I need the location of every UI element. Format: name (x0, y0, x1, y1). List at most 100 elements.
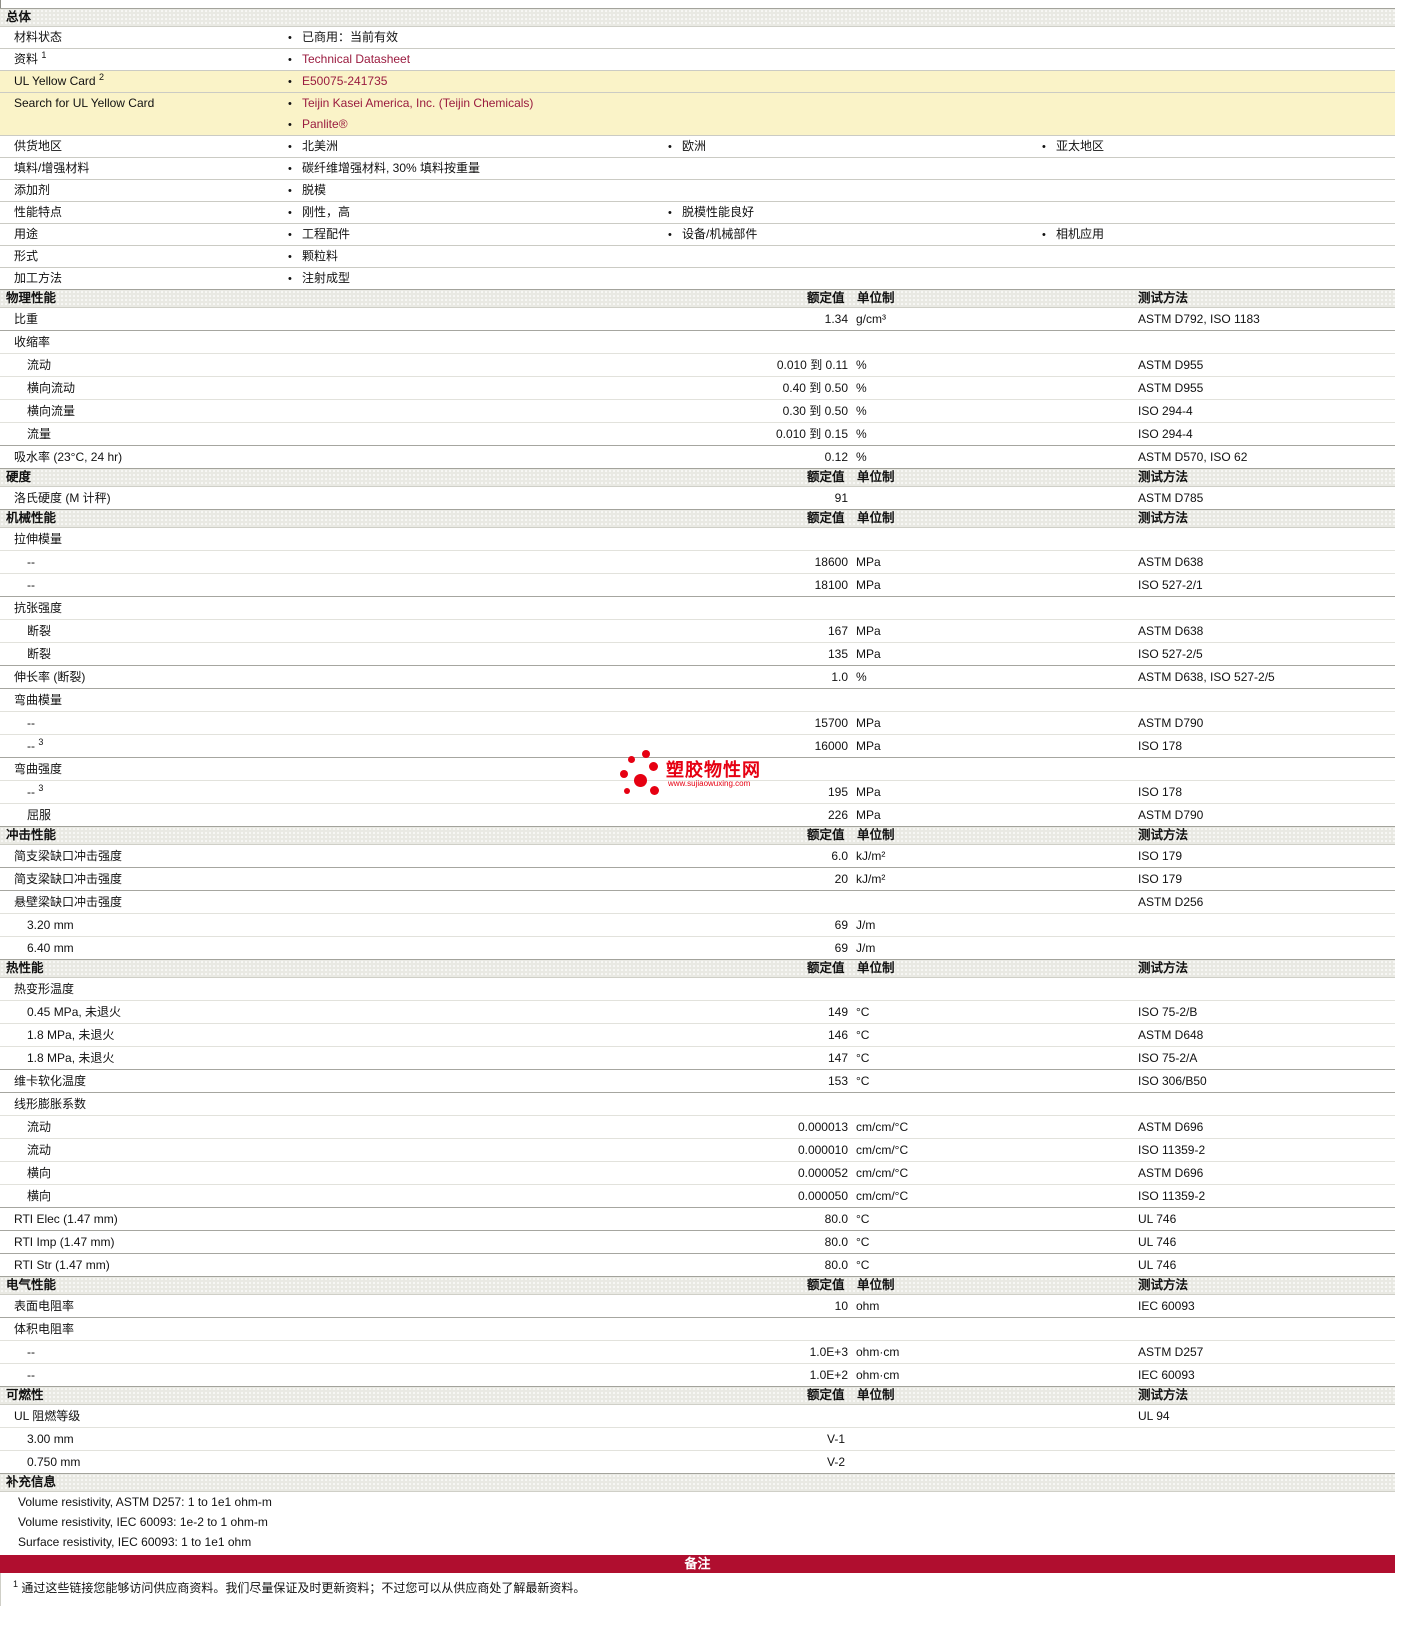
column-header-method: 测试方法 (1138, 470, 1189, 484)
row-value: 1.0E+2 (809, 1368, 848, 1382)
link-item[interactable]: • Panlite® (288, 114, 348, 136)
property-row: 弯曲强度 (0, 757, 1395, 780)
general-row-line: 资料 1 • Technical Datasheet (0, 49, 1395, 70)
row-unit: % (856, 358, 867, 372)
bullet-item: • 脱模 (288, 180, 326, 202)
property-row: 横向 0.000052 cm/cm/°C ASTM D696 (0, 1161, 1395, 1184)
row-test-method: ASTM D570, ISO 62 (1138, 450, 1248, 464)
row-test-method: ASTM D790 (1138, 716, 1204, 730)
link-text[interactable]: E50075-241735 (302, 74, 387, 88)
row-label: 弯曲模量 (14, 693, 63, 707)
row-label: 比重 (14, 312, 39, 326)
column-header-unit: 单位制 (857, 470, 895, 484)
general-row-line: 性能特点 • 刚性，高 • 脱模性能良好 (0, 202, 1395, 223)
general-row-line: 供货地区 • 北美洲 • 欧洲 • 亚太地区 (0, 136, 1395, 157)
section-header: 硬度 额定值 单位制 测试方法 (0, 468, 1395, 487)
property-section: 可燃性 额定值 单位制 测试方法 UL 阻燃等级 UL 94 3.00 mm V-1 0.750… (0, 1386, 1395, 1473)
general-row: 材料状态 • 已商用：当前有效 (0, 27, 1395, 48)
general-row: 用途 • 工程配件 • 设备/机械部件 • 相机应用 (0, 223, 1395, 245)
property-row: 3.00 mm V-1 (0, 1427, 1395, 1450)
bullet-icon: • (668, 229, 672, 241)
property-section: 物理性能 额定值 单位制 测试方法 比重 1.34 g/cm³ ASTM D792, ISO … (0, 289, 1395, 468)
row-test-method: ISO 178 (1138, 785, 1183, 799)
section-header-general: 总体 (0, 8, 1395, 27)
row-unit: MPa (856, 578, 881, 592)
column-header-unit: 单位制 (857, 1278, 895, 1292)
row-label: 横向 (27, 1166, 52, 1180)
property-row: 0.750 mm V-2 (0, 1450, 1395, 1473)
row-unit: °C (856, 1051, 870, 1065)
property-row: 拉伸模量 (0, 528, 1395, 550)
general-row: Search for UL Yellow Card • Teijin Kasei A… (0, 92, 1395, 135)
top-strip (0, 0, 2, 8)
section-header: 物理性能 额定值 单位制 测试方法 (0, 289, 1395, 308)
row-value: 153 (827, 1074, 848, 1088)
row-unit: MPa (856, 716, 881, 730)
property-row: -- 18600 MPa ASTM D638 (0, 550, 1395, 573)
notes-banner: 备注 (0, 1555, 1395, 1573)
property-row: 1.8 MPa, 未退火 147 °C ISO 75-2/A (0, 1046, 1395, 1069)
section-header: 可燃性 额定值 单位制 测试方法 (0, 1386, 1395, 1405)
general-row: 添加剂 • 脱模 (0, 179, 1395, 201)
property-row: 表面电阻率 10 ohm IEC 60093 (0, 1295, 1395, 1317)
general-row-label: 形式 (14, 249, 39, 263)
row-unit: % (856, 381, 867, 395)
row-label: 屈服 (27, 808, 52, 822)
general-rows: 材料状态 • 已商用：当前有效 资料 1 • Technical Datasheet UL … (0, 27, 1395, 289)
column-header-method: 测试方法 (1138, 961, 1189, 975)
bullet-icon: • (288, 251, 292, 263)
property-row: 流量 0.010 到 0.15% ISO 294-4 (0, 422, 1395, 445)
bullet-icon: • (668, 141, 672, 153)
row-label: 横向 (27, 1189, 52, 1203)
row-test-method: ASTM D696 (1138, 1166, 1204, 1180)
row-label: -- 3 (27, 783, 44, 800)
link-item[interactable]: • Technical Datasheet (288, 49, 410, 71)
bullet-item: • 工程配件 (288, 224, 350, 246)
column-header-method: 测试方法 (1138, 828, 1189, 842)
column-header-method: 测试方法 (1138, 1388, 1189, 1402)
bullet-item: • 碳纤维增强材料, 30% 填料按重量 (288, 158, 480, 180)
label-superscript: 2 (98, 72, 104, 82)
row-unit: J/m (856, 918, 876, 932)
item-text: 颗粒料 (302, 249, 339, 263)
row-test-method: ASTM D638 (1138, 624, 1204, 638)
link-item[interactable]: • Teijin Kasei America, Inc. (Teijin Chem… (288, 93, 533, 115)
row-label: 流动 (27, 358, 52, 372)
column-header-unit: 单位制 (857, 961, 895, 975)
link-text[interactable]: Technical Datasheet (302, 52, 410, 66)
row-value: 69 (834, 918, 848, 932)
item-text: 亚太地区 (1056, 139, 1105, 153)
property-row: -- 3 16000 MPa ISO 178 (0, 734, 1395, 757)
footnote-superscript: 1 (13, 1579, 19, 1589)
bullet-item: • 刚性，高 (288, 202, 350, 224)
general-row-line: UL Yellow Card 2 • E50075-241735 (0, 71, 1395, 92)
link-text[interactable]: Teijin Kasei America, Inc. (Teijin Chemi… (302, 96, 533, 110)
row-test-method: ASTM D638 (1138, 555, 1204, 569)
property-section: 硬度 额定值 单位制 测试方法 洛氏硬度 (M 计秤) 91 ASTM D785 (0, 468, 1395, 509)
section-title: 总体 (6, 10, 32, 24)
bullet-icon: • (288, 98, 292, 110)
row-value: 167 (827, 624, 848, 638)
row-value: 6.0 (831, 849, 848, 863)
property-row: 1.8 MPa, 未退火 146 °C ASTM D648 (0, 1023, 1395, 1046)
link-item[interactable]: • E50075-241735 (288, 71, 387, 93)
section-title: 补充信息 (6, 1475, 57, 1489)
row-label: -- 3 (27, 737, 44, 754)
row-test-method: UL 94 (1138, 1409, 1170, 1423)
row-value: 0.40 到 0.50 (782, 381, 848, 395)
general-row-line: 填料/增强材料 • 碳纤维增强材料, 30% 填料按重量 (0, 158, 1395, 179)
row-test-method: ISO 527-2/5 (1138, 647, 1203, 661)
footnote: 1 通过这些链接您能够访问供应商资料。我们尽量保证及时更新资料；不过您可以从供应… (0, 1573, 1395, 1606)
row-unit: MPa (856, 808, 881, 822)
property-row: 比重 1.34 g/cm³ ASTM D792, ISO 1183 (0, 308, 1395, 330)
property-row: 吸水率 (23°C, 24 hr) 0.12% ASTM D570, ISO 62 (0, 445, 1395, 468)
property-section: 热性能 额定值 单位制 测试方法 热变形温度 0.45 MPa, 未退火 149 °C ISO … (0, 959, 1395, 1276)
row-value: 0.000052 (797, 1166, 848, 1180)
row-value: 1.0 (831, 670, 848, 684)
row-label: 抗张强度 (14, 601, 63, 615)
row-label: 断裂 (27, 624, 52, 638)
bullet-icon: • (288, 207, 292, 219)
item-text: 脱模性能良好 (682, 205, 755, 219)
general-row-label: Search for UL Yellow Card (14, 96, 155, 110)
link-text[interactable]: Panlite® (302, 117, 348, 131)
